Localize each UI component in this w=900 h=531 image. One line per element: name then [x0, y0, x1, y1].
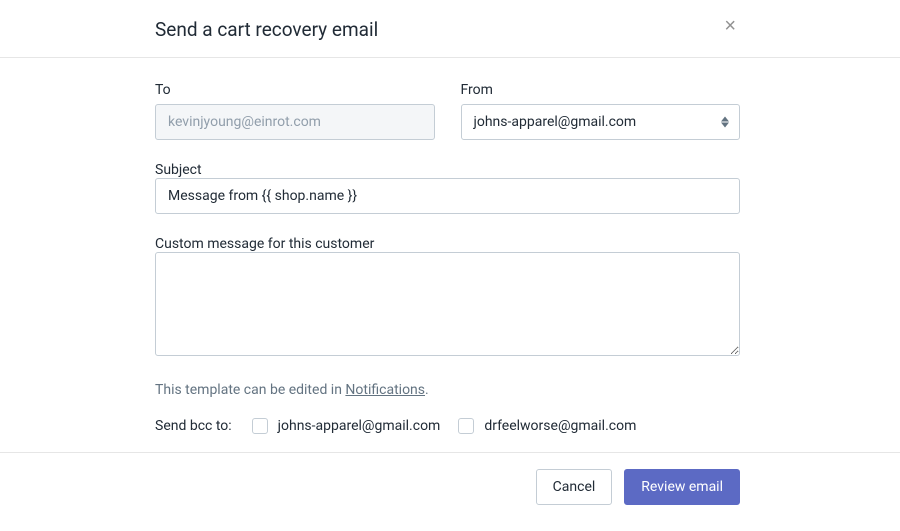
to-label: To — [155, 82, 435, 98]
from-select-value: johns-apparel@gmail.com — [474, 114, 637, 130]
review-email-button[interactable]: Review email — [624, 469, 740, 505]
modal-header: Send a cart recovery email × — [0, 0, 900, 58]
helper-text: This template can be edited in Notificat… — [155, 382, 740, 398]
checkbox-icon — [252, 418, 268, 434]
message-textarea[interactable] — [155, 252, 740, 356]
chevron-updown-icon — [721, 117, 729, 128]
subject-input[interactable] — [155, 178, 740, 214]
bcc-email-1: johns-apparel@gmail.com — [278, 418, 441, 434]
modal-body: To From johns-apparel@gmail.com Subject … — [0, 58, 900, 453]
from-label: From — [461, 82, 741, 98]
close-icon[interactable]: × — [720, 16, 740, 36]
subject-label: Subject — [155, 162, 202, 178]
to-input — [155, 104, 435, 140]
bcc-email-2: drfeelworse@gmail.com — [484, 418, 636, 434]
checkbox-icon — [458, 418, 474, 434]
bcc-row: Send bcc to: johns-apparel@gmail.com drf… — [155, 418, 740, 434]
bcc-option-2[interactable]: drfeelworse@gmail.com — [458, 418, 636, 434]
notifications-link[interactable]: Notifications — [345, 382, 425, 398]
cart-recovery-email-modal: Send a cart recovery email × To From joh… — [0, 0, 900, 521]
bcc-label: Send bcc to: — [155, 418, 232, 434]
message-label: Custom message for this customer — [155, 236, 374, 252]
bcc-option-1[interactable]: johns-apparel@gmail.com — [252, 418, 441, 434]
from-select[interactable]: johns-apparel@gmail.com — [461, 104, 741, 140]
modal-footer: Cancel Review email — [0, 453, 900, 521]
modal-title: Send a cart recovery email — [155, 18, 378, 41]
cancel-button[interactable]: Cancel — [536, 469, 613, 505]
